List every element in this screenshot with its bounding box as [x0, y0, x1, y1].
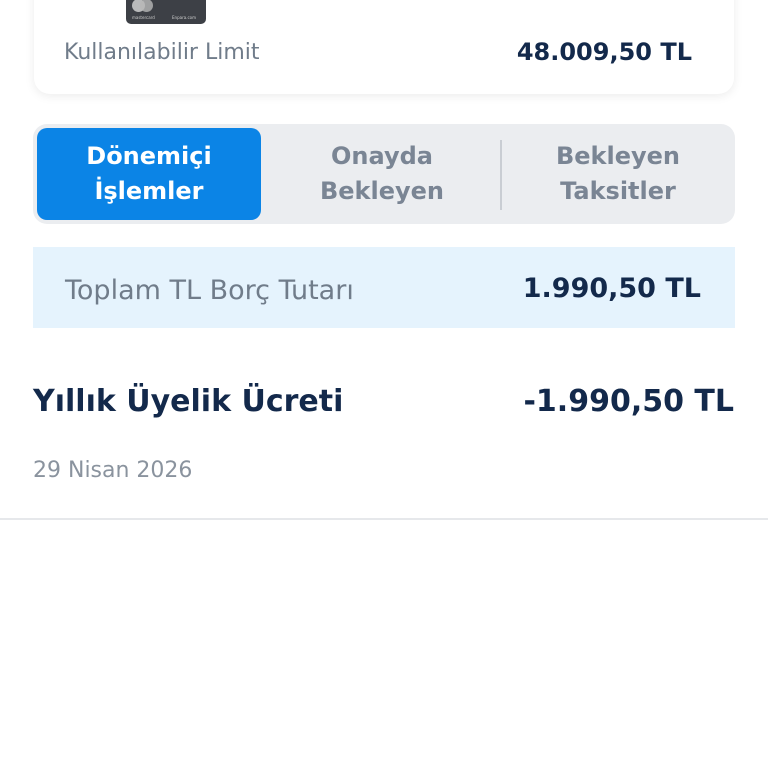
- transaction-date: 29 Nisan 2026: [33, 458, 193, 483]
- card-bank-text: Enpara.com: [172, 15, 196, 20]
- mastercard-logo-icon: [132, 0, 154, 13]
- total-debt-label: Toplam TL Borç Tutarı: [65, 275, 354, 306]
- tab-pending-approval[interactable]: Onayda Bekleyen: [265, 128, 499, 220]
- credit-card-image: mastercard Enpara.com: [126, 0, 206, 24]
- total-debt-band: Toplam TL Borç Tutarı 1.990,50 TL: [33, 247, 735, 328]
- available-limit-label: Kullanılabilir Limit: [64, 40, 260, 65]
- tab-pending-installments[interactable]: Bekleyen Taksitler: [503, 128, 733, 220]
- tab-label-line2: İşlemler: [94, 177, 204, 205]
- tab-label-line2: Bekleyen: [319, 177, 445, 205]
- tab-label-line1: Onayda: [331, 142, 433, 170]
- available-limit-value: 48.009,50 TL: [516, 38, 692, 66]
- card-summary: mastercard Enpara.com Kullanılabilir Lim…: [34, 0, 734, 94]
- tab-label-line2: Taksitler: [560, 177, 676, 205]
- transaction-tabs: Dönemiçi İşlemler Onayda Bekleyen Bekley…: [33, 124, 735, 224]
- tab-label-line1: Bekleyen: [555, 142, 681, 170]
- transaction-row[interactable]: Yıllık Üyelik Ücreti -1.990,50 TL 29 Nis…: [0, 360, 768, 520]
- transactions-page: mastercard Enpara.com Kullanılabilir Lim…: [0, 0, 768, 768]
- tab-divider: [500, 140, 502, 210]
- transaction-title: Yıllık Üyelik Ücreti: [33, 384, 344, 419]
- total-debt-value: 1.990,50 TL: [522, 273, 701, 304]
- tab-label-line1: Dönemiçi: [86, 142, 212, 170]
- tab-period-transactions[interactable]: Dönemiçi İşlemler: [37, 128, 261, 220]
- transaction-amount: -1.990,50 TL: [523, 384, 734, 419]
- card-brand-text: mastercard: [132, 15, 155, 20]
